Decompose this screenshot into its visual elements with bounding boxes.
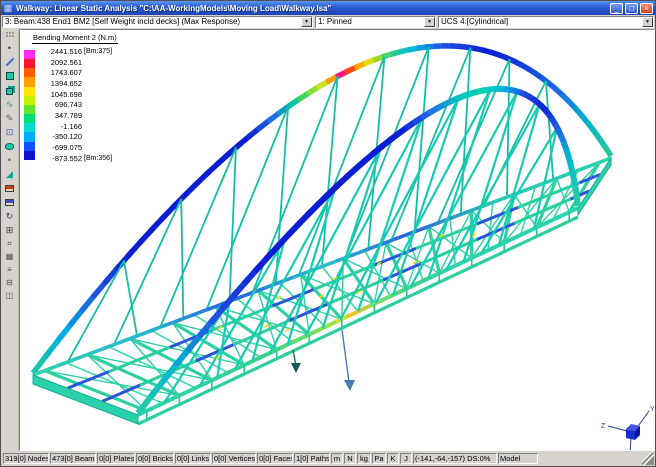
status-unit-length: m xyxy=(331,453,343,464)
result-component-value: 3: Beam:438 End1 BM2 [Self Weight incld … xyxy=(3,17,301,27)
contour-key: Bending Moment 2 (N.m) 2441.516[Bm:375]2… xyxy=(24,33,118,164)
status-faces: 0[0] Faces xyxy=(257,453,293,464)
model-viewport[interactable]: YZX Bending Moment 2 (N.m) 2441.516[Bm:3… xyxy=(19,29,655,451)
cylinder-icon[interactable] xyxy=(2,139,18,153)
sweep-icon[interactable]: ◢ xyxy=(2,167,18,181)
line-icon[interactable] xyxy=(2,55,18,69)
legend-entry: 2441.516[Bm:375] xyxy=(40,46,112,57)
status-unit-force: N xyxy=(344,453,356,464)
loadcase-value: 1: Pinned xyxy=(316,17,424,27)
loadcase-combobox[interactable]: 1: Pinned ▼ xyxy=(315,16,436,28)
legend-rows: 2441.516[Bm:375]2092.5611743.6071394.652… xyxy=(40,46,112,164)
point-icon[interactable]: • xyxy=(2,41,18,55)
legend-band xyxy=(24,142,35,151)
support-small-icon[interactable]: ⊟ xyxy=(2,276,18,289)
axis-label-y: Y xyxy=(650,406,655,413)
legend-entry: 2092.561 xyxy=(40,57,112,68)
status-unit-temp: K xyxy=(387,453,399,464)
mesh-attribute-icon[interactable] xyxy=(2,181,18,195)
ucs-combobox[interactable]: UCS 4:[Cylindrical] ▼ xyxy=(438,16,654,28)
app-icon: ▦ xyxy=(3,3,13,13)
legend-band xyxy=(24,68,35,77)
rotate-3d-icon[interactable]: ↻ xyxy=(2,209,18,223)
pencil-edit-icon[interactable]: ✎ xyxy=(2,111,18,125)
legend-entry: 696.743 xyxy=(40,99,112,110)
status-coords: (-141,-64,-157) DS:0% xyxy=(413,453,497,464)
volume-icon[interactable] xyxy=(2,83,18,97)
status-unit-stress: Pa xyxy=(372,453,386,464)
legend-band xyxy=(24,96,35,105)
status-mode: Model xyxy=(498,453,538,464)
axis-label-z: Z xyxy=(601,423,606,430)
maximize-button[interactable]: □ xyxy=(625,3,638,14)
legend-entry: 347.789 xyxy=(40,110,112,121)
legend-entry: 1045.698 xyxy=(40,89,112,100)
results-toolbar: 3: Beam:438 End1 BM2 [Self Weight incld … xyxy=(1,15,655,29)
legend-entry: -350.120 xyxy=(40,132,112,143)
legend-band xyxy=(24,87,35,96)
resize-grip[interactable] xyxy=(642,453,654,465)
status-plates: 0[0] Plates xyxy=(97,453,135,464)
statusbar: 319[0] Nodes473[0] Beams0[0] Plates0[0] … xyxy=(1,451,655,466)
application-window: ▦ Walkway: Linear Static Analysis "C:\AA… xyxy=(0,0,656,467)
main-area: •∿✎⊡•◢↻⊞⌗▦≡⊟◫ YZX Bending Moment 2 (N.m)… xyxy=(1,29,655,451)
spline-icon[interactable]: ∿ xyxy=(2,97,18,111)
legend-entry: 1743.607 xyxy=(40,67,112,78)
drawing-toolbar: •∿✎⊡•◢↻⊞⌗▦≡⊟◫ xyxy=(1,29,19,451)
chevron-down-icon[interactable]: ▼ xyxy=(424,17,435,27)
status-unit-mass: kg xyxy=(357,453,371,464)
legend-band xyxy=(24,50,35,59)
chevron-down-icon[interactable]: ▼ xyxy=(642,17,653,27)
toolbar-grip xyxy=(6,32,14,38)
status-bricks: 0[0] Bricks xyxy=(136,453,174,464)
node-point-icon[interactable]: • xyxy=(2,153,18,167)
legend-band xyxy=(24,151,35,160)
section-small-icon[interactable]: ▦ xyxy=(2,250,18,263)
legend-band xyxy=(24,59,35,68)
legend-band xyxy=(24,105,35,114)
legend-entry: -699.075 xyxy=(40,142,112,153)
status-paths: 1[0] Paths xyxy=(294,453,330,464)
mesh-small-icon[interactable]: ⌗ xyxy=(2,237,18,250)
result-component-combobox[interactable]: 3: Beam:438 End1 BM2 [Self Weight incld … xyxy=(2,16,313,28)
legend-band xyxy=(24,123,35,132)
legend-band xyxy=(24,132,35,141)
legend-colorbar xyxy=(24,50,35,164)
legend-band xyxy=(24,114,35,123)
status-nodes: 319[0] Nodes xyxy=(3,453,49,464)
status-beams: 473[0] Beams xyxy=(50,453,96,464)
legend-entry: -1.166 xyxy=(40,121,112,132)
surface-icon[interactable] xyxy=(2,69,18,83)
minimize-button[interactable]: _ xyxy=(610,3,623,14)
geometric-attribute-icon[interactable] xyxy=(2,195,18,209)
window-title: Walkway: Linear Static Analysis "C:\AA-W… xyxy=(16,4,608,13)
contour-key-title: Bending Moment 2 (N.m) xyxy=(32,33,118,44)
legend-entry: -873.552[Bm:356] xyxy=(40,153,112,164)
move-box-icon[interactable]: ⊡ xyxy=(2,125,18,139)
attribute-small-icon[interactable]: ≡ xyxy=(2,263,18,276)
status-links: 0[0] Links xyxy=(175,453,211,464)
ucs-value: UCS 4:[Cylindrical] xyxy=(439,17,642,27)
table-grid-icon[interactable]: ⊞ xyxy=(2,223,18,237)
status-unit-energy: J xyxy=(400,453,412,464)
loading-small-icon[interactable]: ◫ xyxy=(2,289,18,302)
legend-band xyxy=(24,77,35,86)
chevron-down-icon[interactable]: ▼ xyxy=(301,17,312,27)
close-button[interactable]: × xyxy=(640,3,653,14)
legend-entry: 1394.652 xyxy=(40,78,112,89)
titlebar[interactable]: ▦ Walkway: Linear Static Analysis "C:\AA… xyxy=(1,1,655,15)
status-vertices: 0[0] Vertices xyxy=(212,453,256,464)
